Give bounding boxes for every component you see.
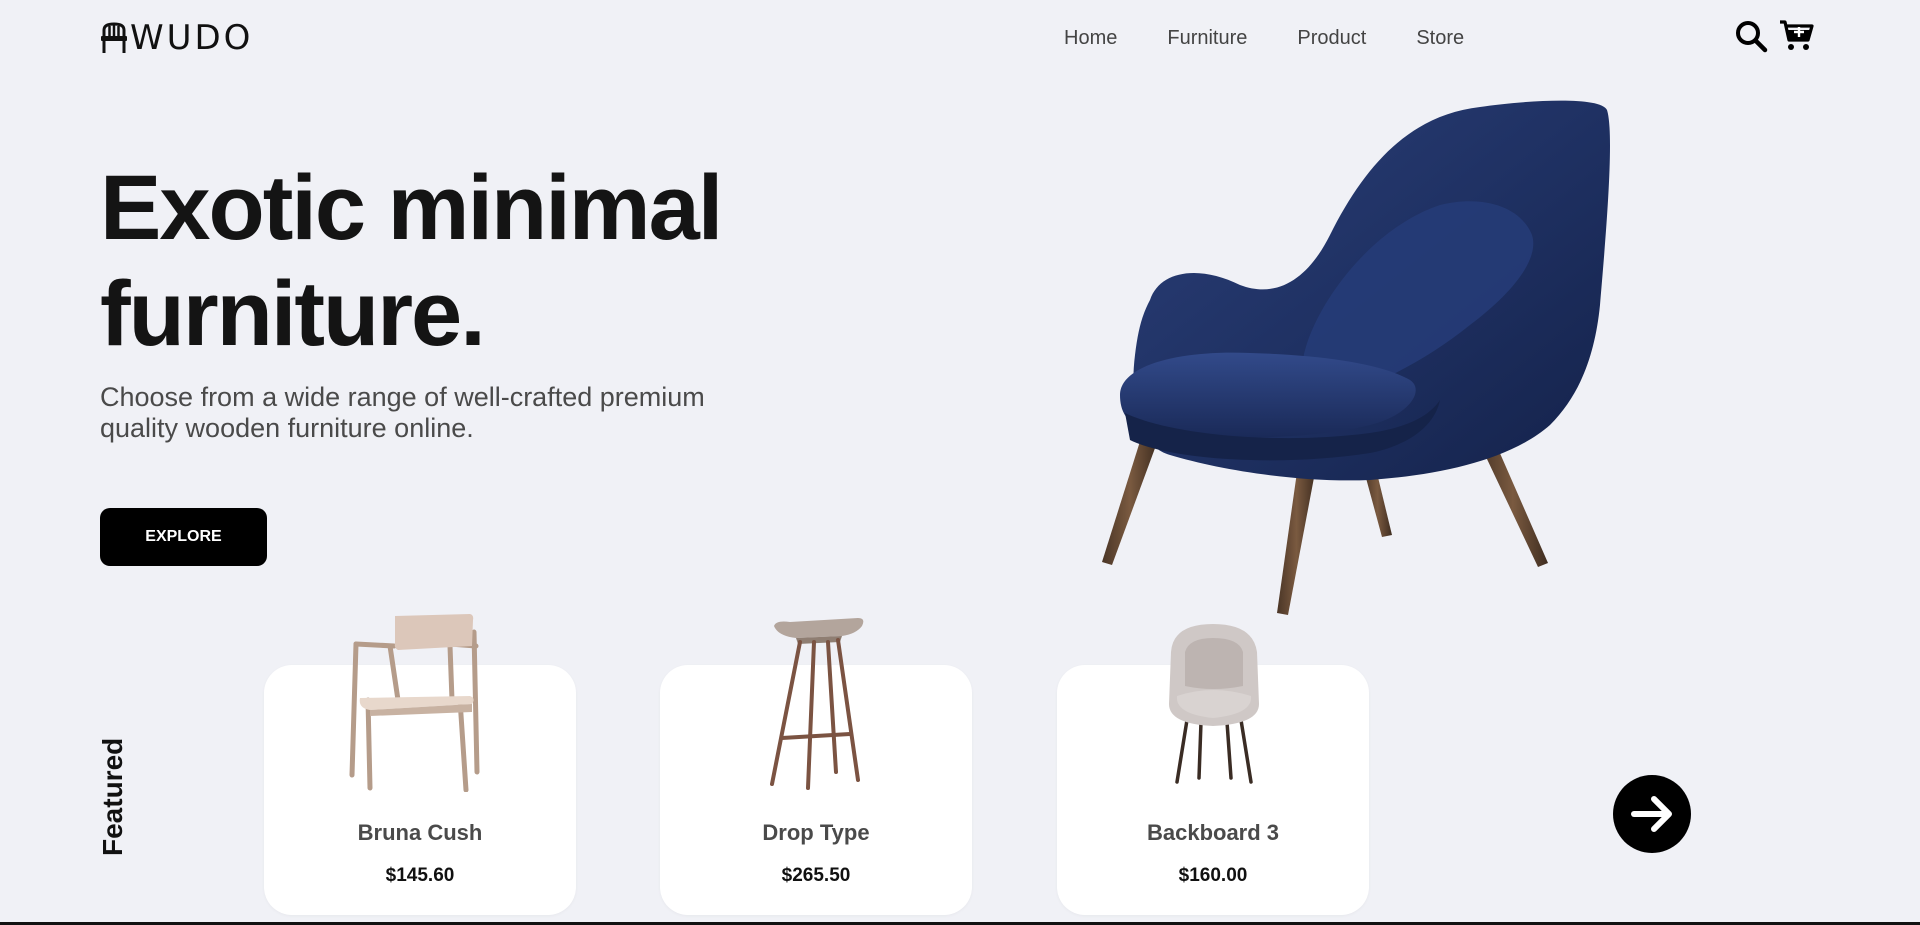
add-to-cart-icon[interactable] (1779, 18, 1815, 54)
hero-chair-image (1102, 100, 1610, 615)
hero-title: Exotic minimal furniture. (100, 155, 800, 367)
hero-subtitle: Choose from a wide range of well-crafted… (100, 382, 705, 443)
main-nav: Home Furniture Product Store (1064, 26, 1464, 50)
product-name: Backboard 3 (1146, 820, 1280, 845)
explore-button[interactable]: EXPLORE (100, 508, 267, 566)
featured-label: Featured (97, 737, 128, 856)
landing-page: WUDO Home Furniture Product Store Exotic… (0, 0, 1920, 925)
product-price: $145.60 (385, 865, 455, 886)
wooden-bar-stool-image (770, 618, 864, 790)
grey-upholstered-chair-image (1169, 624, 1259, 784)
brand-name: WUDO (130, 18, 254, 58)
nav-store[interactable]: Store (1416, 26, 1464, 50)
header-actions (1733, 18, 1815, 54)
product-price: $160.00 (1178, 865, 1248, 886)
nav-furniture[interactable]: Furniture (1167, 26, 1247, 50)
nav-product[interactable]: Product (1297, 26, 1366, 50)
brand-logo[interactable]: WUDO (100, 20, 253, 56)
chair-icon (101, 22, 127, 53)
product-name: Bruna Cush (357, 820, 483, 845)
arrow-right-icon (1631, 796, 1672, 832)
search-icon[interactable] (1733, 18, 1769, 54)
hero-title-line-2: furniture. (100, 263, 486, 365)
hero-title-line-1: Exotic minimal (100, 157, 723, 259)
next-button[interactable] (1613, 775, 1691, 853)
wooden-armchair-image (349, 614, 480, 792)
nav-home[interactable]: Home (1064, 26, 1117, 50)
product-name: Drop Type (762, 820, 870, 845)
product-price: $265.50 (781, 865, 851, 886)
